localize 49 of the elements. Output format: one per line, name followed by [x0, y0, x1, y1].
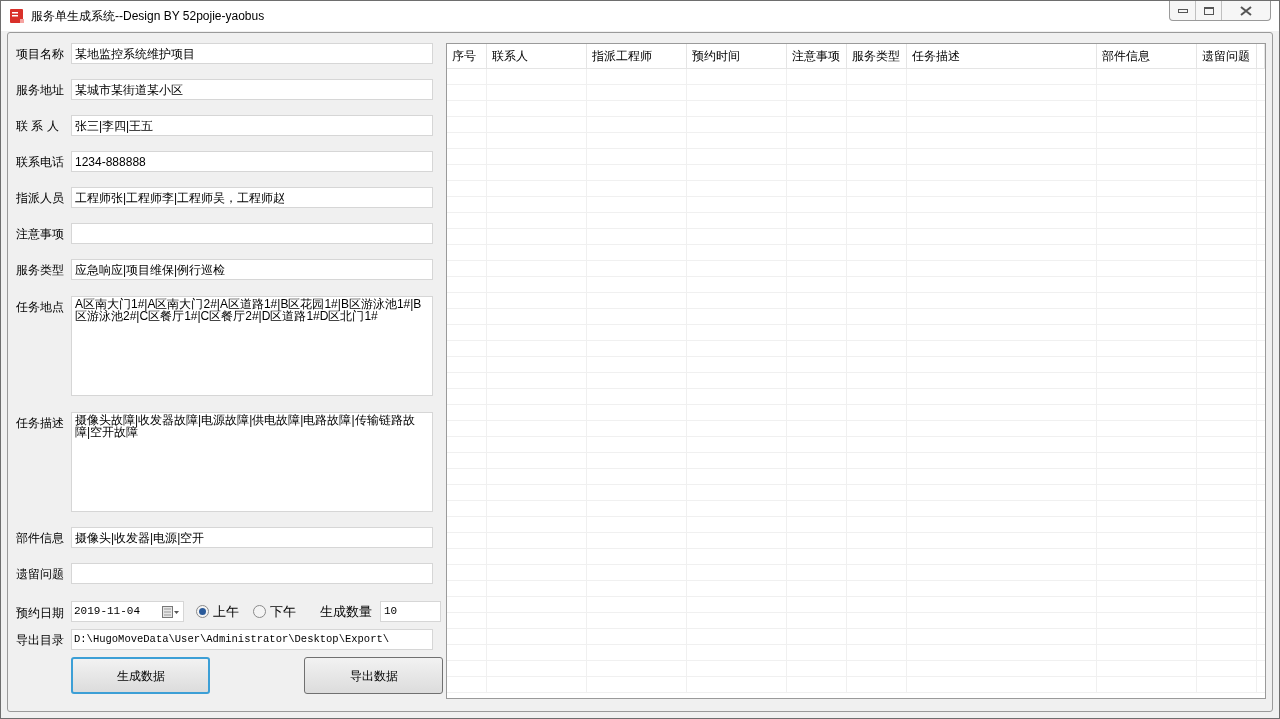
field-label: 服务类型: [15, 262, 65, 279]
column-header[interactable]: 服务类型: [847, 44, 907, 68]
text-area[interactable]: 摄像头故障|收发器故障|电源故障|供电故障|电路故障|传输链路故障|空开故障: [71, 412, 433, 512]
input-field[interactable]: 应急响应|项目维保|例行巡检: [71, 259, 433, 280]
field-label: 任务地点: [15, 299, 65, 316]
column-header[interactable]: 任务描述: [907, 44, 1097, 68]
window-title: 服务单生成系统--Design BY 52pojie-yaobus: [31, 8, 265, 25]
field-label: 生成数量: [320, 602, 372, 621]
field-label: 指派人员: [15, 190, 65, 207]
field-label: 任务描述: [15, 415, 65, 432]
field-label: 导出目录: [15, 631, 65, 649]
radio-label: 下午: [270, 602, 296, 621]
field-label: 注意事项: [15, 226, 65, 243]
input-field[interactable]: D:\HugoMoveData\User\Administrator\Desktop\Export\: [71, 629, 433, 650]
input-field[interactable]: [71, 563, 433, 584]
action-button[interactable]: 导出数据: [304, 657, 443, 694]
radio-button[interactable]: [196, 605, 209, 618]
column-header[interactable]: 序号: [447, 44, 487, 68]
column-header[interactable]: 注意事项: [787, 44, 847, 68]
field-label: 遗留问题: [15, 566, 65, 583]
column-header[interactable]: 部件信息: [1097, 44, 1197, 68]
column-header[interactable]: 指派工程师: [587, 44, 687, 68]
input-field[interactable]: 1234-888888: [71, 151, 433, 172]
radio-button[interactable]: [253, 605, 266, 618]
field-label: 服务地址: [15, 82, 65, 99]
field-label: 预约日期: [15, 605, 65, 622]
input-field[interactable]: 10: [380, 601, 441, 622]
field-label: 联系电话: [15, 154, 65, 171]
input-field[interactable]: 摄像头|收发器|电源|空开: [71, 527, 433, 548]
radio-label: 上午: [213, 602, 239, 621]
action-button[interactable]: 生成数据: [71, 657, 210, 694]
input-field[interactable]: [71, 223, 433, 244]
maximize-icon: [1203, 6, 1214, 15]
app-icon: [9, 8, 25, 24]
date-picker[interactable]: 2019-11-04: [71, 601, 184, 622]
input-field[interactable]: 工程师张|工程师李|工程师吴，工程师赵: [71, 187, 433, 208]
field-label: 部件信息: [15, 530, 65, 547]
input-field[interactable]: 某城市某街道某小区: [71, 79, 433, 100]
text-area[interactable]: A区南大门1#|A区南大门2#|A区道路1#|B区花园1#|B区游泳池1#|B区游泳池2#|C区餐厅1#|C区餐厅2#|D区道路1#D区北门1#: [71, 296, 433, 396]
close-icon: [1240, 5, 1252, 16]
column-header[interactable]: 联系人: [487, 44, 587, 68]
column-header[interactable]: 遗留问题: [1197, 44, 1257, 68]
field-label: 联 系 人: [15, 118, 60, 135]
column-header[interactable]: 预约时间: [687, 44, 787, 68]
field-label: 项目名称: [15, 46, 65, 63]
minimize-icon: [1177, 8, 1188, 13]
input-field[interactable]: 某地监控系统维护项目: [71, 43, 433, 64]
calendar-icon: [162, 605, 180, 618]
input-field[interactable]: 张三|李四|王五: [71, 115, 433, 136]
